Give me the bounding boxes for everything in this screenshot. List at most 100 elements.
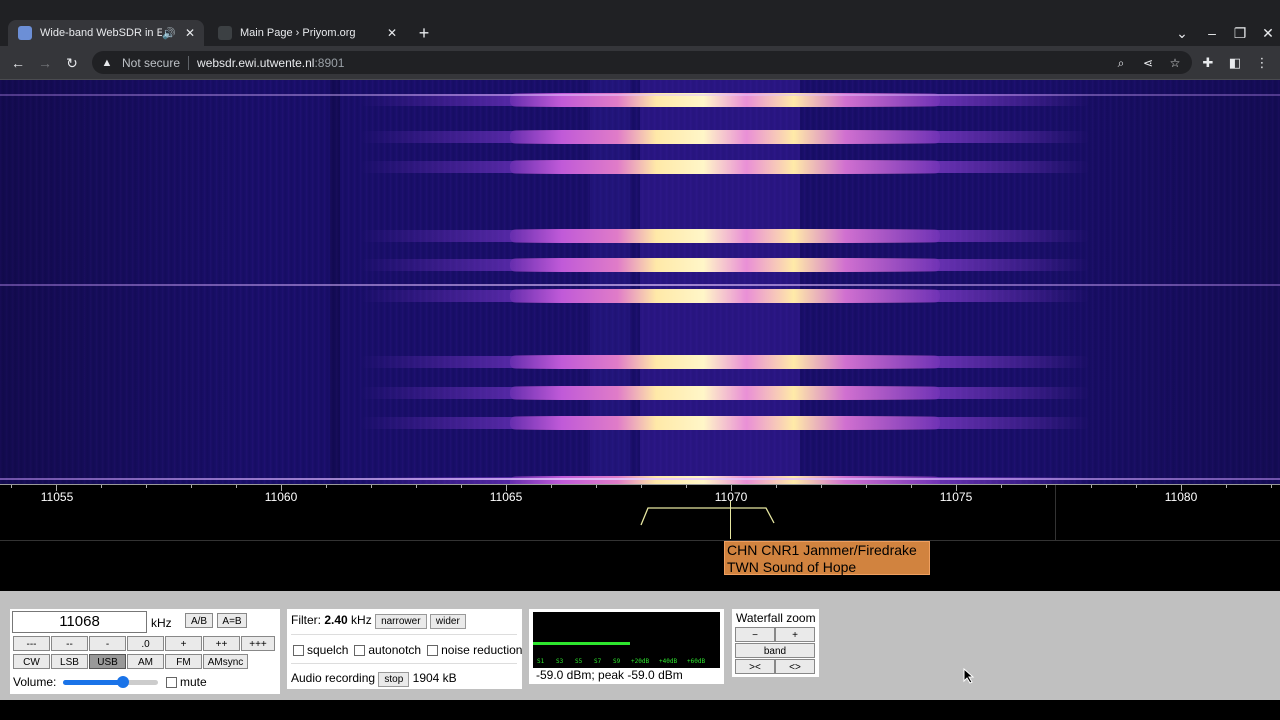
volume-label: Volume: — [13, 675, 57, 689]
signal-core — [510, 229, 940, 243]
minor-tick — [461, 485, 462, 488]
signal-core — [510, 160, 940, 174]
side-panel-icon[interactable]: ◧ — [1225, 53, 1245, 73]
station-label[interactable]: CHN CNR1 Jammer/Firedrake — [727, 542, 929, 559]
minor-tick — [911, 485, 912, 488]
minor-tick — [596, 485, 597, 488]
close-tab-icon[interactable]: ✕ — [384, 26, 400, 40]
minor-tick — [641, 485, 642, 488]
bookmark-star-icon[interactable]: ☆ — [1166, 52, 1184, 74]
noise-reduction-option[interactable]: noise reduction — [427, 643, 522, 657]
audio-playing-icon[interactable]: 🔊 — [162, 27, 176, 40]
url-port[interactable]: :8901 — [314, 56, 344, 70]
squelch-option[interactable]: squelch — [293, 643, 348, 657]
restore-icon[interactable]: ❐ — [1228, 24, 1252, 42]
smeter-scale-label: +20dB — [631, 658, 650, 665]
menu-kebab-icon[interactable]: ⋮ — [1252, 53, 1272, 73]
zoom-shrink-button[interactable]: >< — [735, 659, 775, 674]
signal-core — [510, 355, 940, 369]
reload-icon[interactable]: ↻ — [62, 53, 82, 73]
mode-lsb-button[interactable]: LSB — [51, 654, 88, 669]
step-up-large-button[interactable]: +++ — [241, 636, 275, 651]
audio-recording-label: Audio recording — [291, 671, 376, 685]
minor-tick — [101, 485, 102, 488]
frequency-input[interactable]: 11068 — [12, 611, 147, 633]
waterfall-display[interactable] — [0, 80, 1280, 484]
warning-triangle-icon[interactable]: ▲ — [100, 57, 114, 69]
minor-tick — [1046, 485, 1047, 488]
security-label[interactable]: Not secure — [122, 56, 180, 70]
filter-row: Filter: 2.40 kHz narrower wider — [291, 613, 466, 629]
filter-options: squelch autonotch noise reduction — [293, 643, 522, 657]
autonotch-label: autonotch — [368, 643, 422, 657]
frequency-unit: kHz — [151, 616, 172, 630]
new-tab-plus-icon[interactable]: + — [414, 24, 434, 42]
volume-slider[interactable] — [63, 676, 158, 688]
autonotch-checkbox[interactable] — [354, 645, 366, 657]
extensions-puzzle-icon[interactable]: ✚ — [1198, 53, 1218, 73]
minor-tick — [1091, 485, 1092, 488]
volume-slider-handle[interactable] — [116, 676, 129, 688]
mode-usb-button[interactable]: USB — [89, 654, 126, 669]
station-labels-area: CHN CNR1 Jammer/Firedrake TWN Sound of H… — [0, 540, 1280, 592]
filter-label: Filter: — [291, 613, 321, 627]
zoom-in-button[interactable]: + — [775, 627, 815, 642]
waterfall-column — [330, 80, 340, 484]
mode-am-button[interactable]: AM — [127, 654, 164, 669]
stop-recording-button[interactable]: stop — [378, 672, 410, 687]
mode-cw-button[interactable]: CW — [13, 654, 50, 669]
mode-amsync-button[interactable]: AMsync — [203, 654, 248, 669]
tick-label: 11065 — [489, 490, 523, 504]
tab-websdr[interactable]: Wide-band WebSDR in Ensch 🔊 ✕ — [8, 20, 204, 46]
minor-tick — [146, 485, 147, 488]
autonotch-option[interactable]: autonotch — [354, 643, 421, 657]
minor-tick — [236, 485, 237, 488]
step-up-medium-button[interactable]: ++ — [203, 636, 240, 651]
narrower-button[interactable]: narrower — [375, 614, 427, 629]
zoom-out-button[interactable]: − — [735, 627, 775, 642]
step-up-small-button[interactable]: + — [165, 636, 202, 651]
zoom-expand-button[interactable]: <> — [775, 659, 815, 674]
forward-arrow-icon[interactable]: → — [35, 53, 55, 73]
minimize-icon[interactable]: – — [1200, 24, 1224, 42]
minor-tick — [1136, 485, 1137, 488]
address-bar[interactable]: ▲ Not secure websdr.ewi.utwente.nl:8901 … — [92, 51, 1192, 74]
tab-priyom[interactable]: Main Page › Priyom.org ✕ — [208, 20, 406, 46]
window-close-icon[interactable]: ✕ — [1256, 24, 1280, 42]
passband-indicator[interactable] — [640, 505, 780, 529]
waterfall-zoom-title: Waterfall zoom — [736, 611, 816, 625]
carrier-line — [0, 284, 1280, 286]
squelch-label: squelch — [307, 643, 349, 657]
control-panel: 11068 kHz A/B A=B --- -- - .0 + ++ +++ C… — [0, 591, 1280, 700]
mute-control[interactable]: mute — [166, 675, 207, 689]
divider — [291, 634, 517, 635]
step-down-small-button[interactable]: - — [89, 636, 126, 651]
volume-slider-fill — [63, 680, 123, 685]
ab-button[interactable]: A/B — [185, 613, 213, 628]
wider-button[interactable]: wider — [429, 614, 466, 629]
divider — [291, 663, 517, 664]
share-icon[interactable]: ⋖ — [1139, 52, 1157, 74]
step-down-medium-button[interactable]: -- — [51, 636, 88, 651]
back-arrow-icon[interactable]: ← — [8, 53, 28, 73]
minor-tick — [1001, 485, 1002, 488]
mode-fm-button[interactable]: FM — [165, 654, 202, 669]
noise-reduction-checkbox[interactable] — [427, 645, 439, 657]
station-label[interactable]: TWN Sound of Hope — [727, 559, 929, 576]
minor-tick — [371, 485, 372, 488]
tab-search-chevron-icon[interactable]: ⌄ — [1170, 24, 1194, 42]
close-tab-icon[interactable]: ✕ — [182, 26, 198, 40]
minor-tick — [326, 485, 327, 488]
url-host[interactable]: websdr.ewi.utwente.nl — [197, 56, 314, 70]
recording-row: Audio recording stop 1904 kB — [291, 671, 457, 687]
a-equals-b-button[interactable]: A=B — [217, 613, 247, 628]
mute-checkbox[interactable] — [166, 677, 177, 689]
zoom-band-button[interactable]: band — [735, 643, 815, 658]
step-down-large-button[interactable]: --- — [13, 636, 50, 651]
minor-tick — [1226, 485, 1227, 488]
station-label-box[interactable]: CHN CNR1 Jammer/Firedrake TWN Sound of H… — [724, 541, 930, 575]
squelch-checkbox[interactable] — [293, 645, 304, 657]
zoom-magnifier-icon[interactable]: ⌕ — [1112, 52, 1130, 74]
frequency-scale[interactable]: 11055 11060 11065 11070 11075 11080 — [0, 484, 1280, 541]
round-frequency-button[interactable]: .0 — [127, 636, 164, 651]
